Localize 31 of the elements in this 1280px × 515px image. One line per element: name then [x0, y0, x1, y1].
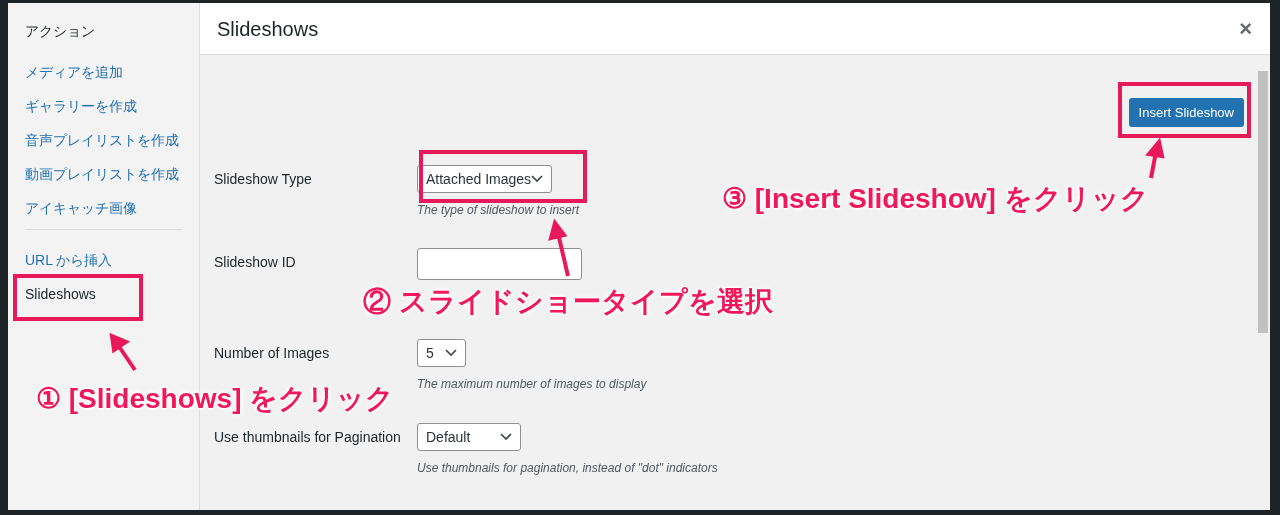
arrow-icon: [548, 218, 570, 277]
dropdown[interactable]: Attached Images: [417, 165, 552, 193]
sidebar-item[interactable]: ギャラリーを作成: [25, 89, 137, 123]
arrow-icon: [109, 332, 137, 372]
sidebar-item[interactable]: 音声プレイリストを作成: [25, 123, 179, 157]
arrow-icon: [1145, 137, 1165, 179]
field-hint: The maximum number of images to display: [417, 376, 647, 393]
input-field[interactable]: [417, 248, 582, 280]
field-hint: Use thumbnails for pagination, instead of "dot" indicators: [417, 460, 718, 477]
sidebar-heading: アクション: [24, 22, 96, 41]
sidebar-item[interactable]: Slideshows: [25, 277, 96, 311]
chevron-down-icon: [445, 349, 457, 357]
dropdown[interactable]: 5: [417, 339, 466, 367]
callout-text: ① [Slideshows] をクリック: [36, 382, 395, 416]
modal-title: Slideshows: [217, 16, 319, 42]
close-button[interactable]: ×: [1239, 17, 1252, 40]
field-label: Number of Images: [214, 345, 330, 361]
sidebar-item[interactable]: URL から挿入: [25, 243, 113, 277]
dropdown[interactable]: Default: [417, 423, 521, 451]
chevron-down-icon: [500, 433, 512, 441]
field-label: Slideshow ID: [214, 254, 296, 270]
field-hint: The type of slideshow to insert: [417, 202, 580, 219]
callout-text: ③ [Insert Slideshow] をクリック: [722, 182, 1149, 216]
chevron-down-icon: [531, 175, 544, 183]
field-label: Slideshow Type: [214, 171, 312, 187]
sidebar-item[interactable]: 動画プレイリストを作成: [25, 157, 179, 191]
sidebar-item[interactable]: メディアを追加: [25, 55, 123, 89]
field-label: Use thumbnails for Pagination: [214, 429, 401, 445]
callout-text: ② スライドショータイプを選択: [363, 285, 773, 319]
insert-slideshow-button[interactable]: Insert Slideshow: [1128, 98, 1244, 127]
sidebar-item[interactable]: アイキャッチ画像: [25, 191, 137, 225]
